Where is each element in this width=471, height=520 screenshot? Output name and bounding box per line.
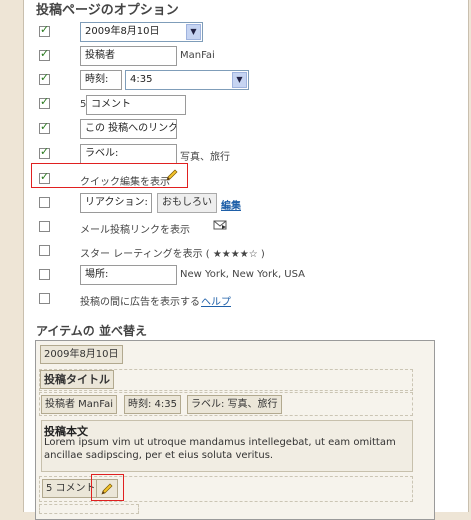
quick-edit-label: クイック編集を表示	[80, 177, 170, 188]
section-title: 投稿ページのオプション	[36, 3, 179, 18]
pencil-icon	[166, 169, 178, 181]
time-format-select[interactable]: 4:35 ▼	[125, 70, 249, 90]
ads-label: 投稿の間に広告を表示する	[80, 297, 200, 308]
time-select-value: 4:35	[130, 74, 153, 85]
post-body-text: Lorem ipsum vim ut utroque mandamus inte…	[44, 437, 396, 461]
pencil-icon	[101, 483, 113, 495]
permalink-label-field[interactable]: この 投稿へのリンク	[80, 119, 177, 139]
reactions-label-field[interactable]: リアクション:	[80, 193, 152, 213]
reorder-title: アイテムの 並べ替え	[36, 324, 147, 338]
checkbox-reactions[interactable]	[39, 197, 50, 208]
checkbox-permalink[interactable]	[39, 120, 50, 134]
checkbox-location[interactable]	[39, 269, 50, 280]
ads-help-link[interactable]: ヘルプ	[201, 293, 231, 308]
quick-edit-chip[interactable]	[96, 479, 118, 498]
email-label: メール投稿リンクを表示	[80, 225, 190, 236]
location-value: New York, New York, USA	[180, 269, 305, 280]
checkbox-star-rating[interactable]	[39, 245, 50, 256]
checkbox-quick-edit[interactable]	[39, 170, 50, 184]
checkbox-ads[interactable]	[39, 293, 50, 304]
date-chip[interactable]: 2009年8月10日	[40, 345, 123, 364]
checkbox-date[interactable]	[39, 23, 50, 37]
email-icon	[213, 220, 227, 230]
location-label-field[interactable]: 場所:	[80, 265, 177, 285]
reactions-value[interactable]: おもしろい	[157, 193, 217, 213]
labels-label-field[interactable]: ラベル:	[80, 144, 177, 164]
date-format-select[interactable]: 2009年8月10日 ▼	[80, 22, 203, 42]
comments-label-field[interactable]: コメント	[86, 95, 186, 115]
checkbox-email[interactable]	[39, 221, 50, 232]
author-chip[interactable]: 投稿者 ManFai	[41, 395, 118, 414]
next-row	[39, 504, 139, 514]
labels-chip[interactable]: ラベル: 写真、旅行	[187, 395, 282, 414]
checkbox-time[interactable]	[39, 71, 50, 85]
chevron-down-icon[interactable]: ▼	[232, 72, 247, 88]
time-label-field[interactable]: 時刻:	[80, 70, 122, 90]
author-name: ManFai	[180, 50, 215, 61]
checkbox-author[interactable]	[39, 47, 50, 61]
post-title-chip[interactable]: 投稿タイトル	[40, 370, 114, 389]
time-chip[interactable]: 時刻: 4:35	[124, 395, 182, 414]
reactions-edit-link[interactable]: 編集	[221, 197, 241, 212]
checkbox-comments[interactable]	[39, 95, 50, 109]
author-label-field[interactable]: 投稿者	[80, 46, 177, 66]
checkbox-labels[interactable]	[39, 145, 50, 159]
chevron-down-icon[interactable]: ▼	[186, 24, 201, 40]
star-rating-label: スター レーティングを表示 ( ★★★★☆ )	[80, 249, 265, 260]
labels-value: 写真、旅行	[180, 152, 230, 163]
date-select-value: 2009年8月10日	[85, 26, 160, 37]
